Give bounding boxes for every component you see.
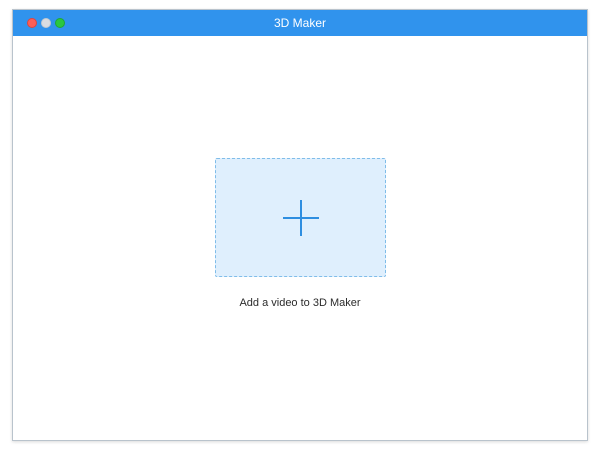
add-video-caption: Add a video to 3D Maker [239,297,361,309]
app-window: 3D Maker Add a video to 3D Maker [12,9,588,441]
title-bar[interactable]: 3D Maker [13,10,587,36]
add-video-dropzone[interactable] [215,158,386,277]
window-title: 3D Maker [273,16,326,30]
plus-icon [282,199,319,236]
